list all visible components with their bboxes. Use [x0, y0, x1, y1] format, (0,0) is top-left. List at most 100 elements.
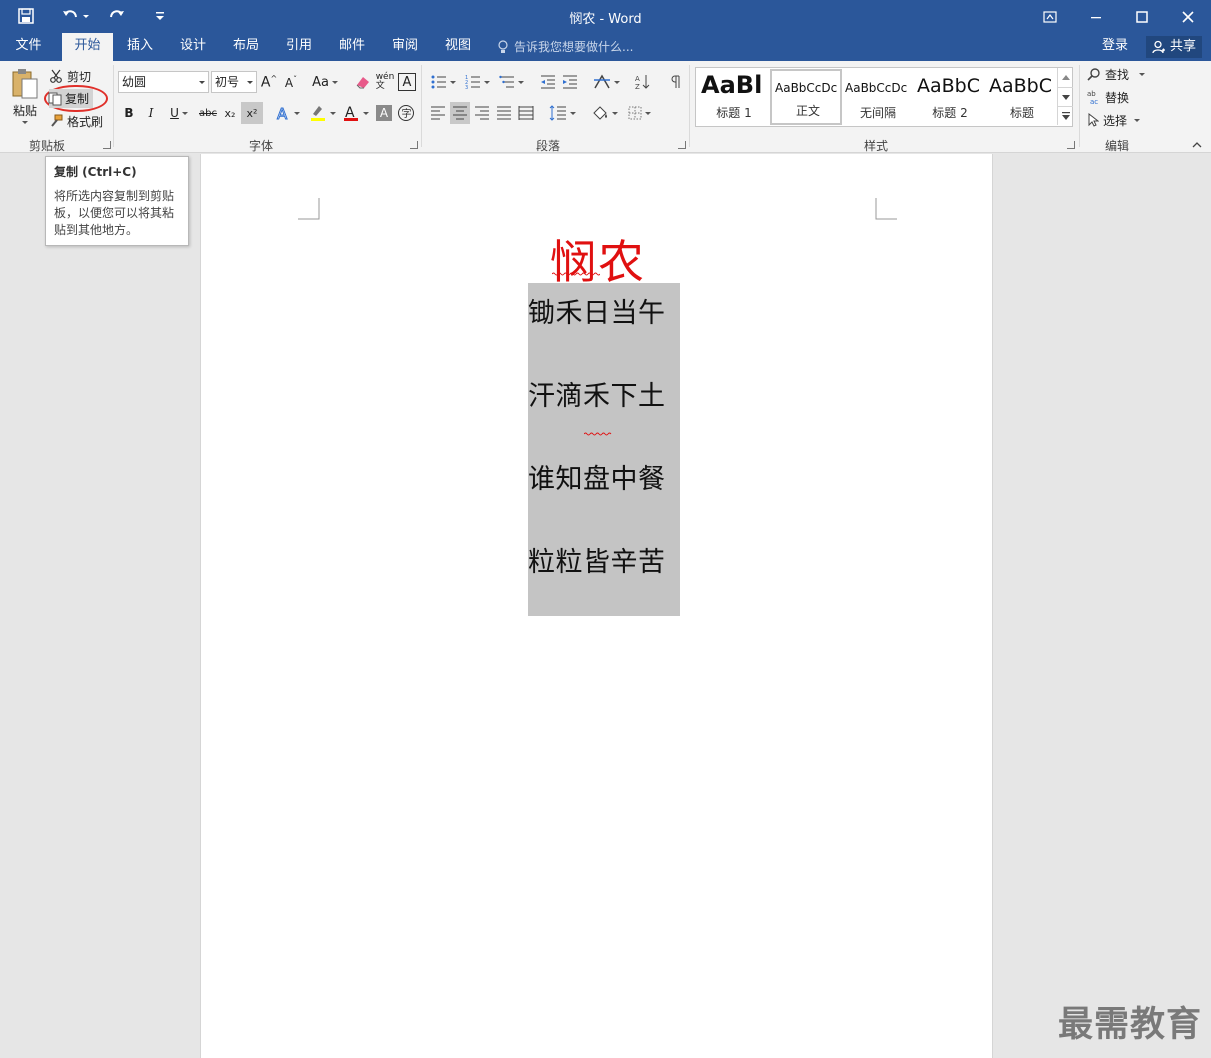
minimize-icon[interactable] [1073, 0, 1119, 33]
justify-icon [497, 106, 511, 120]
cut-button[interactable]: 剪切 [49, 66, 99, 86]
underline-button[interactable]: U [164, 102, 194, 124]
clear-format-button[interactable] [353, 71, 373, 93]
tab-view[interactable]: 视图 [434, 33, 482, 61]
styles-launcher-icon[interactable] [1067, 141, 1075, 149]
select-button[interactable]: 选择 [1087, 110, 1147, 130]
justify-button[interactable] [494, 102, 514, 124]
bullets-button[interactable] [428, 71, 458, 93]
cursor-arrow-icon [1088, 113, 1099, 127]
tab-layout[interactable]: 布局 [222, 33, 270, 61]
paragraph-launcher-icon[interactable] [678, 141, 686, 149]
phonetic-guide-icon: wén 文 [375, 72, 395, 91]
customize-toolbar-icon[interactable] [150, 5, 170, 27]
copy-button[interactable]: 复制 [44, 85, 108, 112]
numbering-button[interactable]: 123 [462, 71, 492, 93]
font-name-combo[interactable]: 幼圆 [118, 71, 209, 93]
tab-review[interactable]: 审阅 [381, 33, 429, 61]
style-heading-1[interactable]: AaBl 标题 1 [698, 69, 770, 125]
gallery-up-icon[interactable] [1057, 68, 1073, 87]
character-border-icon: A [402, 74, 412, 90]
font-color-button[interactable]: A [340, 102, 370, 124]
show-marks-button[interactable] [666, 71, 684, 93]
tab-design[interactable]: 设计 [169, 33, 217, 61]
borders-button[interactable] [624, 102, 654, 124]
share-button[interactable]: 共享 [1146, 36, 1203, 58]
poem-line[interactable]: 锄禾日当午 [528, 291, 666, 330]
decrease-indent-icon [541, 75, 555, 89]
poem-line[interactable]: 粒粒皆辛苦 [528, 540, 666, 579]
spellcheck-squiggle [584, 432, 612, 436]
enclose-characters-button[interactable]: 字 [396, 103, 416, 123]
grow-font-button[interactable]: A^ [260, 71, 278, 93]
tab-references[interactable]: 引用 [275, 33, 323, 61]
separator [1079, 65, 1080, 147]
redo-icon[interactable] [104, 5, 128, 27]
bullets-icon [431, 75, 446, 89]
text-effects-button[interactable]: A [273, 102, 301, 124]
tab-mailings[interactable]: 邮件 [328, 33, 376, 61]
collapse-ribbon-icon[interactable] [1190, 139, 1204, 151]
maximize-icon[interactable] [1119, 0, 1165, 33]
gallery-down-icon[interactable] [1057, 87, 1073, 106]
line-spacing-button[interactable] [547, 102, 577, 124]
style-normal[interactable]: AaBbCcDc 正文 [770, 69, 842, 125]
clipboard-launcher-icon[interactable] [103, 141, 111, 149]
character-shading-button[interactable]: A [376, 105, 392, 121]
increase-indent-icon [563, 75, 577, 89]
paste-label: 粘贴 [12, 104, 37, 118]
undo-icon[interactable] [56, 5, 94, 27]
style-preview: AaBbCcDc [845, 81, 908, 95]
subscript-button[interactable]: x₂ [221, 102, 239, 124]
poem-line[interactable]: 谁知盘中餐 [528, 457, 666, 496]
save-icon[interactable] [14, 5, 38, 27]
style-title[interactable]: AaBbC 标题 [986, 69, 1058, 125]
document-page[interactable]: 悯农 锄禾日当午 汗滴禾下土 谁知盘中餐 粒粒皆辛苦 [200, 154, 993, 1058]
tab-file[interactable]: 文件 [0, 33, 57, 61]
chinese-layout-button[interactable] [591, 71, 621, 93]
font-size-combo[interactable]: 初号 [211, 71, 257, 93]
phonetic-guide-button[interactable]: wén 文 [375, 71, 395, 93]
format-painter-button[interactable]: 格式刷 [49, 111, 109, 131]
ribbon-display-options-icon[interactable] [1027, 0, 1073, 33]
paste-button[interactable]: 粘贴 [6, 65, 44, 127]
italic-button[interactable]: I [142, 102, 160, 124]
svg-text:字: 字 [402, 107, 412, 120]
increase-indent-button[interactable] [560, 71, 580, 93]
login-link[interactable]: 登录 [1102, 33, 1128, 61]
align-center-button[interactable] [450, 102, 470, 124]
distributed-button[interactable] [516, 102, 536, 124]
editing-group-label: 编辑 [1105, 139, 1130, 153]
shading-button[interactable] [589, 102, 619, 124]
margin-corner-mark [875, 198, 897, 220]
superscript-button[interactable]: x² [241, 102, 263, 124]
sort-button[interactable]: AZ [633, 71, 653, 93]
tab-insert[interactable]: 插入 [116, 33, 164, 61]
character-border-button[interactable]: A [398, 73, 416, 91]
highlight-button[interactable] [306, 102, 338, 124]
close-icon[interactable] [1165, 0, 1211, 33]
style-heading-2[interactable]: AaBbC 标题 2 [914, 69, 986, 125]
strikethrough-button[interactable]: abc [197, 102, 219, 124]
separator [421, 65, 422, 147]
replace-button[interactable]: ab ac 替换 [1087, 87, 1143, 107]
style-no-spacing[interactable]: AaBbCcDc 无间隔 [842, 69, 914, 125]
tell-me-box[interactable]: 告诉我您想要做什么... [497, 33, 633, 61]
decrease-indent-button[interactable] [538, 71, 558, 93]
poem-line[interactable]: 汗滴禾下土 [528, 374, 666, 413]
paint-bucket-icon [592, 106, 607, 120]
align-right-button[interactable] [472, 102, 492, 124]
tab-home[interactable]: 开始 [62, 33, 113, 61]
select-label: 选择 [1103, 113, 1128, 128]
highlighter-icon [310, 106, 325, 121]
clipboard-icon [12, 69, 38, 99]
multilevel-list-button[interactable] [496, 71, 526, 93]
shrink-font-button[interactable]: Aˇ [282, 71, 300, 93]
change-case-button[interactable]: Aa [309, 71, 341, 93]
replace-icon: abac [1087, 90, 1098, 105]
font-launcher-icon[interactable] [410, 141, 418, 149]
find-button[interactable]: 查找 [1087, 64, 1151, 84]
align-left-button[interactable] [428, 102, 448, 124]
gallery-more-icon[interactable] [1057, 106, 1073, 125]
bold-button[interactable]: B [120, 102, 138, 124]
